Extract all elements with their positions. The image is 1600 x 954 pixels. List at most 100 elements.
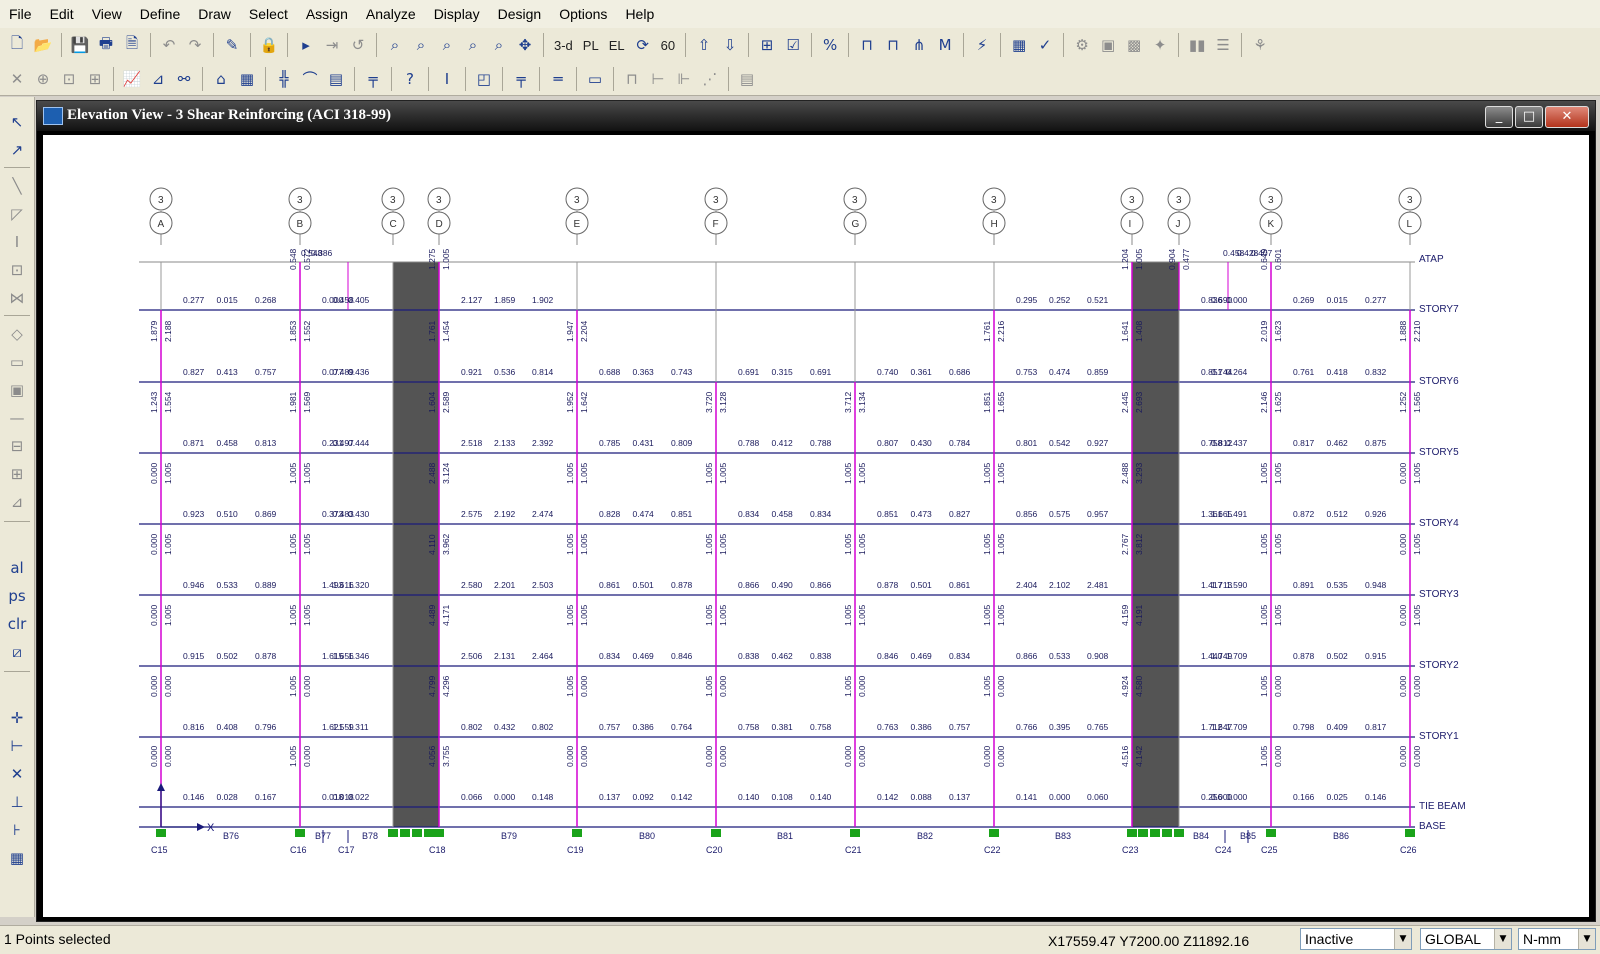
draw-cross-icon[interactable]: ⋈	[6, 287, 28, 309]
grey-tool-4-icon[interactable]: ✦	[1149, 34, 1171, 56]
menu-options[interactable]: Options	[550, 0, 616, 28]
object-shrink-icon[interactable]: ⊞	[756, 34, 778, 56]
beam-icon[interactable]: ═	[547, 68, 569, 90]
design-icon[interactable]: ▦	[1008, 34, 1030, 56]
grey-tool-6-icon[interactable]: ☰	[1212, 34, 1234, 56]
coordinate-system-select[interactable]: GLOBAL ▼	[1420, 928, 1512, 950]
menu-design[interactable]: Design	[489, 0, 551, 28]
set-display-icon[interactable]: ☑	[782, 34, 804, 56]
grey-section-5-icon[interactable]: ▤	[736, 68, 758, 90]
minimize-button[interactable]: _	[1485, 106, 1513, 128]
zoom-window-icon[interactable]: ⌕	[384, 34, 406, 56]
percent-icon[interactable]: %	[819, 34, 841, 56]
rotate-view-icon[interactable]: ⟳	[632, 34, 654, 56]
section-i-icon[interactable]: I	[436, 68, 458, 90]
units-select[interactable]: N-mm ▼	[1518, 928, 1596, 950]
draw-area-icon[interactable]: ◇	[6, 323, 28, 345]
edit-pencil-icon[interactable]: ✎	[221, 34, 243, 56]
draw-wall-2-icon[interactable]: ⊟	[6, 435, 28, 457]
zoom-full-icon[interactable]: ⌕	[410, 34, 432, 56]
redo-icon[interactable]: ↷	[184, 34, 206, 56]
menu-assign[interactable]: Assign	[297, 0, 357, 28]
member-icon[interactable]: ╬	[273, 68, 295, 90]
check-design-icon[interactable]: ✓	[1034, 34, 1056, 56]
draw-brace-icon[interactable]: ◸	[6, 203, 28, 225]
elevation-drawing[interactable]: 3 A 3 B 3 C 3 D 3 E 3 F 3 G 3 H 3 I 3 J 3 K 3 L ATAP STORY7 STORY6…	[43, 135, 1589, 917]
grey-tool-5-icon[interactable]: ▮▮	[1186, 34, 1208, 56]
perspective-icon[interactable]: 60	[658, 34, 678, 56]
draw-grid-area-icon[interactable]: ⊞	[6, 463, 28, 485]
grey-section-3-icon[interactable]: ⊩	[673, 68, 695, 90]
snap-more-icon[interactable]: ⊞	[84, 68, 106, 90]
draw-line-icon[interactable]: ╲	[6, 175, 28, 197]
mode-select[interactable]: Inactive ▼	[1300, 928, 1412, 950]
menu-define[interactable]: Define	[131, 0, 189, 28]
reshape-pointer-icon[interactable]: ↗	[6, 139, 28, 161]
lightning-icon[interactable]: ⚡	[971, 34, 993, 56]
grey-tool-1-icon[interactable]: ⚙	[1071, 34, 1093, 56]
filter-icon[interactable]: ⊿	[147, 68, 169, 90]
open-file-icon[interactable]: 📂	[32, 34, 54, 56]
snap-point-icon[interactable]: ⊕	[32, 68, 54, 90]
area-section-icon[interactable]: ◰	[473, 68, 495, 90]
draw-x-icon[interactable]: ✕	[6, 68, 28, 90]
moments-icon[interactable]: M	[934, 34, 956, 56]
grid-icon[interactable]: ▦	[236, 68, 258, 90]
draw-opening-icon[interactable]: ⊿	[6, 491, 28, 513]
intersecting-line-icon[interactable]: ⧄	[6, 641, 28, 663]
snap-joints-icon[interactable]: ✛	[6, 707, 28, 729]
grey-tool-7-icon[interactable]: ⚘	[1249, 34, 1271, 56]
wall-icon[interactable]: ▭	[584, 68, 606, 90]
pointer-select-icon[interactable]: ↖	[6, 111, 28, 133]
menu-view[interactable]: View	[83, 0, 131, 28]
draw-quick-area-icon[interactable]: ▣	[6, 379, 28, 401]
grey-tool-2-icon[interactable]: ▣	[1097, 34, 1119, 56]
snap-intersection-icon[interactable]: ✕	[6, 763, 28, 785]
question-icon[interactable]: ?	[399, 68, 421, 90]
move-up-icon[interactable]: ⇧	[693, 34, 715, 56]
forces-icon[interactable]: ⋔	[908, 34, 930, 56]
snap-fine-grid-icon[interactable]: ▦	[6, 847, 28, 869]
zoom-in-icon[interactable]: ⌕	[462, 34, 484, 56]
draw-wall-icon[interactable]: —	[6, 407, 28, 429]
menu-file[interactable]: File	[0, 0, 41, 28]
grey-section-4-icon[interactable]: ⋰	[699, 68, 721, 90]
save-icon[interactable]: 💾	[69, 34, 91, 56]
run-step-icon[interactable]: ⇥	[321, 34, 343, 56]
menu-display[interactable]: Display	[425, 0, 489, 28]
menu-help[interactable]: Help	[616, 0, 663, 28]
menu-draw[interactable]: Draw	[189, 0, 240, 28]
column-icon[interactable]: ╤	[510, 68, 532, 90]
link-icon[interactable]: ⚯	[173, 68, 195, 90]
menu-analyze[interactable]: Analyze	[357, 0, 425, 28]
pan-icon[interactable]: ✥	[514, 34, 536, 56]
menu-select[interactable]: Select	[240, 0, 297, 28]
zoom-out-icon[interactable]: ⌕	[488, 34, 510, 56]
zoom-previous-icon[interactable]: ⌕	[436, 34, 458, 56]
maximize-button[interactable]: □	[1515, 106, 1543, 128]
grey-section-1-icon[interactable]: ⊓	[621, 68, 643, 90]
frame-icon[interactable]: ⊓	[856, 34, 878, 56]
chart-icon[interactable]: 📈	[121, 68, 143, 90]
snap-lines-icon[interactable]: ⊦	[6, 819, 28, 841]
snap-perpendicular-icon[interactable]: ⊥	[6, 791, 28, 813]
grey-tool-3-icon[interactable]: ▩	[1123, 34, 1145, 56]
view-3d-icon[interactable]: 3-d	[551, 34, 576, 56]
new-file-icon[interactable]: 🗋	[6, 34, 28, 56]
window-titlebar[interactable]: Elevation View - 3 Shear Reinforcing (AC…	[37, 101, 1595, 131]
elevation-view-icon[interactable]: EL	[606, 34, 628, 56]
lock-icon[interactable]: 🔒	[258, 34, 280, 56]
frame-loads-icon[interactable]: ⊓	[882, 34, 904, 56]
draw-column-icon[interactable]: I	[6, 231, 28, 253]
refresh-window-icon[interactable]: ↺	[347, 34, 369, 56]
snap-ends-icon[interactable]: ⊢	[6, 735, 28, 757]
shape-icon[interactable]: ⌂	[210, 68, 232, 90]
print-icon[interactable]: 🖶	[95, 34, 117, 56]
select-all-icon[interactable]: al	[6, 557, 28, 579]
elevation-canvas[interactable]: 3 A 3 B 3 C 3 D 3 E 3 F 3 G 3 H 3 I 3 J 3 K 3 L ATAP STORY7 STORY6…	[43, 135, 1589, 917]
area-icon[interactable]: ⌒	[299, 68, 321, 90]
plan-view-icon[interactable]: PL	[580, 34, 602, 56]
joint-restraint-icon[interactable]: ╤	[362, 68, 384, 90]
close-button[interactable]: ✕	[1545, 106, 1589, 128]
print-tables-icon[interactable]: 🗎	[121, 34, 143, 56]
